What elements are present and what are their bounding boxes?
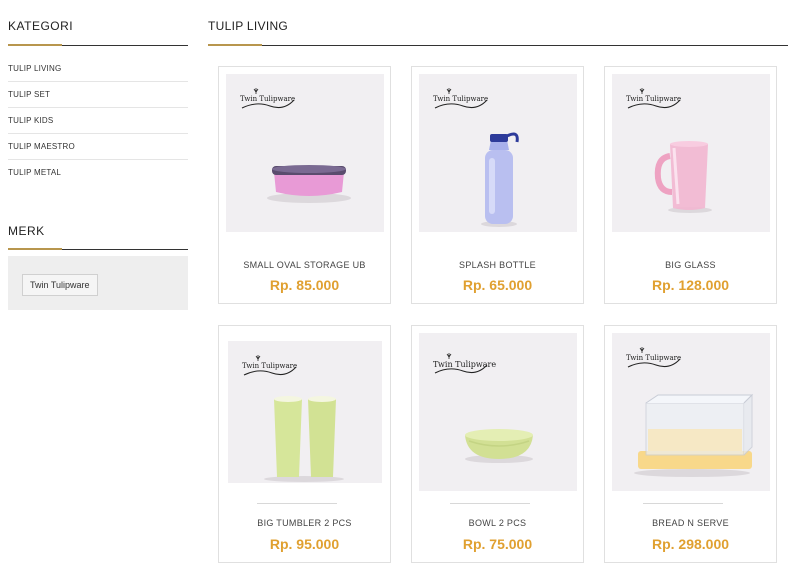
category-item-tulip-metal[interactable]: TULIP METAL: [8, 160, 188, 186]
product-name[interactable]: SPLASH BOTTLE: [412, 260, 583, 270]
product-price: Rp. 128.000: [651, 277, 730, 293]
product-card[interactable]: Twin Tulipware BOWL 2 PCS Rp. 75.000: [411, 325, 584, 563]
product-card[interactable]: Twin Tulipware BIG GLASS Rp. 128.000: [604, 66, 777, 304]
product-price: Rp. 65.000: [462, 277, 533, 293]
category-heading-block: KATEGORI: [8, 0, 188, 46]
product-image: Twin Tulipware: [228, 341, 382, 483]
heading-accent: [8, 44, 62, 46]
brand-chip-twin-tulipware[interactable]: Twin Tulipware: [22, 274, 98, 296]
card-divider: [450, 503, 530, 504]
card-divider: [257, 503, 337, 504]
product-image: Twin Tulipware: [226, 74, 384, 232]
bread-box-icon: [634, 393, 754, 477]
product-name[interactable]: BIG GLASS: [605, 260, 776, 270]
category-list: TULIP LIVING TULIP SET TULIP KIDS TULIP …: [8, 56, 188, 186]
card-divider: [643, 503, 723, 504]
category-item-tulip-maestro[interactable]: TULIP MAESTRO: [8, 134, 188, 160]
product-card[interactable]: Twin Tulipware BIG TUMBLER 2 PCS Rp. 95.…: [218, 325, 391, 563]
category-heading: KATEGORI: [8, 19, 74, 33]
product-card[interactable]: Twin Tulipware BREAD N SERVE Rp. 298.000: [604, 325, 777, 563]
category-item-tulip-living[interactable]: TULIP LIVING: [8, 56, 188, 82]
product-price: Rp. 95.000: [269, 536, 340, 552]
product-name[interactable]: BREAD N SERVE: [605, 518, 776, 528]
product-image: Twin Tulipware: [612, 74, 770, 232]
sidebar: KATEGORI TULIP LIVING TULIP SET TULIP KI…: [8, 0, 188, 310]
product-name[interactable]: SMALL OVAL STORAGE UB: [219, 260, 390, 270]
oval-storage-icon: [267, 165, 351, 203]
section-title: TULIP LIVING: [208, 19, 289, 33]
category-item-tulip-set[interactable]: TULIP SET: [8, 82, 188, 108]
brand-filter-box: Twin Tulipware: [8, 256, 188, 310]
glass-icon: [654, 141, 712, 213]
heading-accent: [208, 44, 262, 46]
product-price: Rp. 75.000: [462, 536, 533, 552]
section-heading-block: TULIP LIVING: [208, 0, 788, 46]
heading-accent: [8, 248, 62, 250]
product-name[interactable]: BOWL 2 PCS: [412, 518, 583, 528]
bottle-icon: [481, 132, 519, 227]
tumbler-icon: [264, 396, 344, 482]
product-price: Rp. 85.000: [269, 277, 340, 293]
product-image: Twin Tulipware: [612, 333, 770, 491]
brand-heading: MERK: [8, 224, 45, 238]
product-section: TULIP LIVING: [208, 0, 788, 46]
bowl-icon: [465, 429, 533, 463]
product-image: Twin Tulipware: [419, 74, 577, 232]
product-image: Twin Tulipware: [419, 333, 577, 491]
product-price: Rp. 298.000: [651, 536, 730, 552]
product-card[interactable]: Twin Tulipware SMALL OVAL STORAGE UB Rp.…: [218, 66, 391, 304]
brand-heading-block: MERK: [8, 202, 188, 250]
category-item-tulip-kids[interactable]: TULIP KIDS: [8, 108, 188, 134]
product-name[interactable]: BIG TUMBLER 2 PCS: [219, 518, 390, 528]
product-card[interactable]: Twin Tulipware SPLASH BOTTLE Rp. 65.000: [411, 66, 584, 304]
